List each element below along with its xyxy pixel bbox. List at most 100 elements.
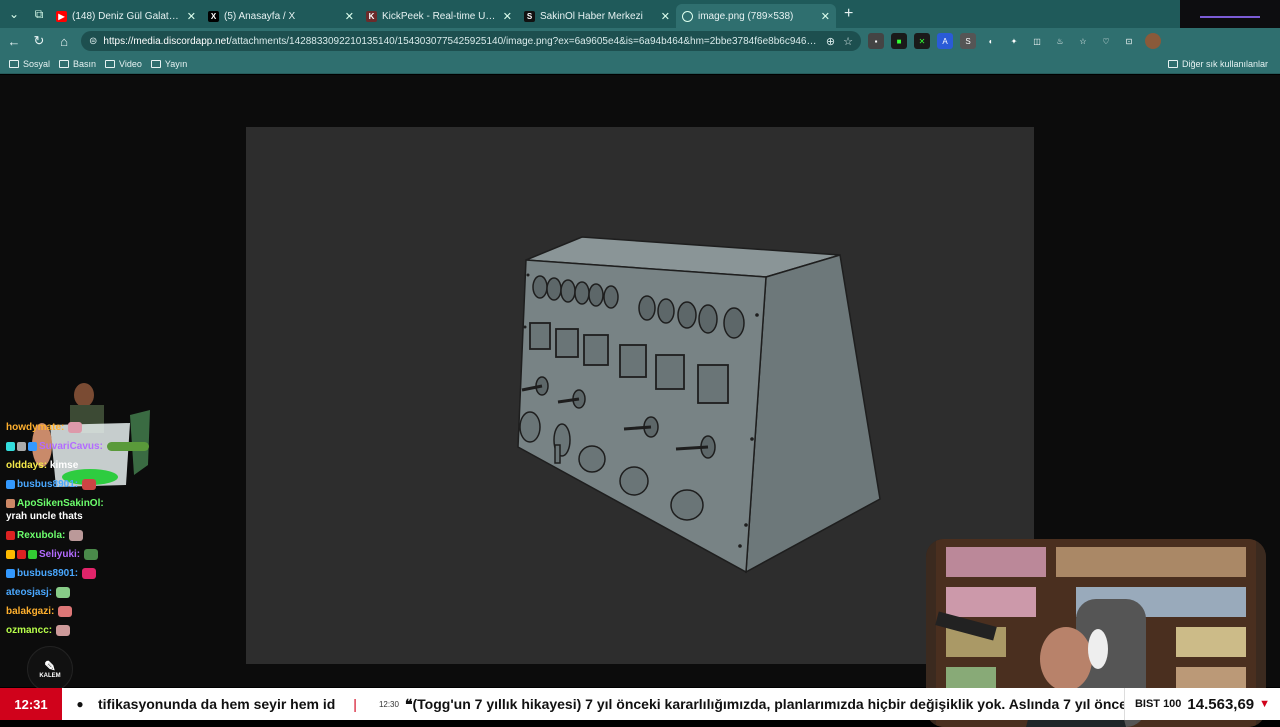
chat-username: howdymate: <box>6 422 65 433</box>
extension-icon[interactable]: ▪ <box>868 33 884 49</box>
chat-username: ateosjasj: <box>6 587 53 598</box>
chat-message: busbus8901: <box>6 475 166 494</box>
streamer <box>1040 627 1092 691</box>
folder-icon <box>59 59 70 68</box>
favorite-star-icon[interactable]: ☆ <box>843 35 853 48</box>
reload-icon[interactable]: ↻ <box>28 30 50 52</box>
close-tab-icon[interactable]: ✕ <box>345 10 354 23</box>
badge-icon <box>17 442 26 451</box>
tab-x[interactable]: X (5) Anasayfa / X ✕ <box>202 4 360 28</box>
site-info-icon[interactable]: ⊜ <box>89 36 97 47</box>
badge-icon <box>6 442 15 451</box>
bookmark-label: Basın <box>73 58 97 69</box>
kalem-button[interactable]: ✎ KALEM <box>27 646 73 692</box>
tab-list-chevron-icon[interactable]: ⌄ <box>3 3 25 25</box>
emote-icon <box>69 530 84 541</box>
bookmark-label: Yayın <box>164 58 188 69</box>
badge-icon <box>6 499 15 508</box>
favorites-icon[interactable]: ☆ <box>1075 33 1091 49</box>
folder-icon <box>150 59 161 68</box>
emote-icon <box>106 442 149 451</box>
badge-icon <box>6 480 15 489</box>
tab-title: (5) Anasayfa / X <box>224 10 296 22</box>
folder-icon <box>1167 59 1178 68</box>
emote-icon <box>82 568 97 579</box>
tab-sakinol[interactable]: S SakinOl Haber Merkezi ✕ <box>518 4 676 28</box>
browser-toolbar: ← ↻ ⌂ ⊜ https://media.discordapp.net/att… <box>0 28 1280 54</box>
headline: ❝(Togg'un 7 yıllık hikayesi) 7 yıl öncek… <box>404 695 1124 712</box>
bookmark-label: Video <box>119 58 142 69</box>
extension-icon[interactable]: S <box>960 33 976 49</box>
zoom-icon[interactable]: ⊕ <box>826 35 835 48</box>
new-tab-icon[interactable]: + <box>844 5 853 23</box>
stream-chat: howdymate: SuvariCavus: olddays: kimse b… <box>6 418 166 640</box>
extension-icon[interactable]: ✕ <box>914 33 930 49</box>
bist-label: BIST 100 <box>1134 698 1182 710</box>
close-tab-icon[interactable]: ✕ <box>187 10 196 23</box>
bookmark-folder-basin[interactable]: Basın <box>59 59 96 69</box>
chat-text: kimse <box>49 460 79 471</box>
bookmark-label: Diğer sık kullanılanlar <box>1181 58 1268 69</box>
bookmarks-bar: Sosyal Basın Video Yayın Diğer sık kulla… <box>0 54 1280 74</box>
extension-icon[interactable]: ■ <box>891 33 907 49</box>
chat-message: ozmancc: <box>6 621 166 640</box>
youtube-icon: ▶ <box>56 10 67 22</box>
extension-icon[interactable]: ◐ <box>983 33 999 49</box>
chat-message: Seliyuki: <box>6 545 166 564</box>
tab-title: image.png (789×538) <box>698 10 794 22</box>
separator: | <box>353 696 357 712</box>
control-panel-render <box>517 236 881 574</box>
ticker-clock: 12:31 <box>0 688 62 720</box>
folder-icon <box>9 59 19 68</box>
badge-icon <box>6 531 15 540</box>
headline: tifikasyonunda da hem seyir hem id <box>98 696 336 712</box>
page-viewport: howdymate: SuvariCavus: olddays: kimse b… <box>0 75 1280 727</box>
chat-username: balakgazi: <box>6 606 55 617</box>
profile-avatar[interactable] <box>1145 33 1161 49</box>
translate-icon[interactable]: A <box>937 33 953 49</box>
address-bar[interactable]: ⊜ https://media.discordapp.net/attachmen… <box>81 31 861 51</box>
chat-username: Seliyuki: <box>39 549 81 560</box>
performance-icon[interactable]: ♨ <box>1052 33 1068 49</box>
badge-icon <box>28 442 37 451</box>
home-icon[interactable]: ⌂ <box>53 30 75 52</box>
tab-strip: ⌄ ⧉ ▶ (148) Deniz Gül Galatasaray'da?.. … <box>0 0 1280 28</box>
emote-icon <box>68 422 83 433</box>
chat-message: olddays: kimse <box>6 456 166 475</box>
bookmark-folder-sosyal[interactable]: Sosyal <box>9 59 50 69</box>
close-tab-icon[interactable]: ✕ <box>661 10 670 23</box>
url-host: https://media.discordapp.net <box>103 35 230 47</box>
chat-message: balakgazi: <box>6 602 166 621</box>
badge-icon <box>28 550 37 559</box>
url-path: /attachments/1428833092210135140/1543030… <box>229 35 818 47</box>
tab-youtube[interactable]: ▶ (148) Deniz Gül Galatasaray'da?.. ✕ <box>50 4 202 28</box>
chat-username: Rexubola: <box>17 530 66 541</box>
tab-kickpeek[interactable]: K KickPeek - Real-time URL Crawler ✕ <box>360 4 518 28</box>
tab-image[interactable]: image.png (789×538) ✕ <box>676 4 836 28</box>
badge-icon <box>6 550 15 559</box>
split-screen-icon[interactable]: ◫ <box>1029 33 1045 49</box>
bookmark-label: Sosyal <box>23 58 51 69</box>
collections-icon[interactable]: ♡ <box>1098 33 1114 49</box>
bookmark-folder-yayin[interactable]: Yayın <box>150 58 188 69</box>
chat-username: ApoSikenSakinOl: <box>17 498 104 509</box>
pen-icon: ✎ <box>44 658 56 674</box>
close-tab-icon[interactable]: ✕ <box>503 10 512 23</box>
tab-title: SakinOl Haber Merkezi <box>540 10 643 22</box>
bookmark-folder-video[interactable]: Video <box>105 59 142 69</box>
progress-bar <box>1200 16 1260 18</box>
workspaces-icon[interactable]: ⧉ <box>28 3 50 25</box>
other-favorites[interactable]: Diğer sık kullanılanlar <box>1167 58 1268 69</box>
headphones <box>1088 629 1108 669</box>
close-tab-icon[interactable]: ✕ <box>821 10 830 23</box>
extensions-puzzle-icon[interactable]: ✦ <box>1006 33 1022 49</box>
emote-icon <box>84 549 99 560</box>
image-display[interactable] <box>246 127 1034 664</box>
kalem-label: KALEM <box>39 673 61 679</box>
back-icon[interactable]: ← <box>3 30 25 52</box>
chat-username: SuvariCavus: <box>39 441 103 452</box>
panel-side-face <box>745 254 881 574</box>
screenshot-icon[interactable]: ⊡ <box>1121 33 1137 49</box>
chat-username: busbus8901: <box>17 568 79 579</box>
badge-icon <box>17 550 26 559</box>
